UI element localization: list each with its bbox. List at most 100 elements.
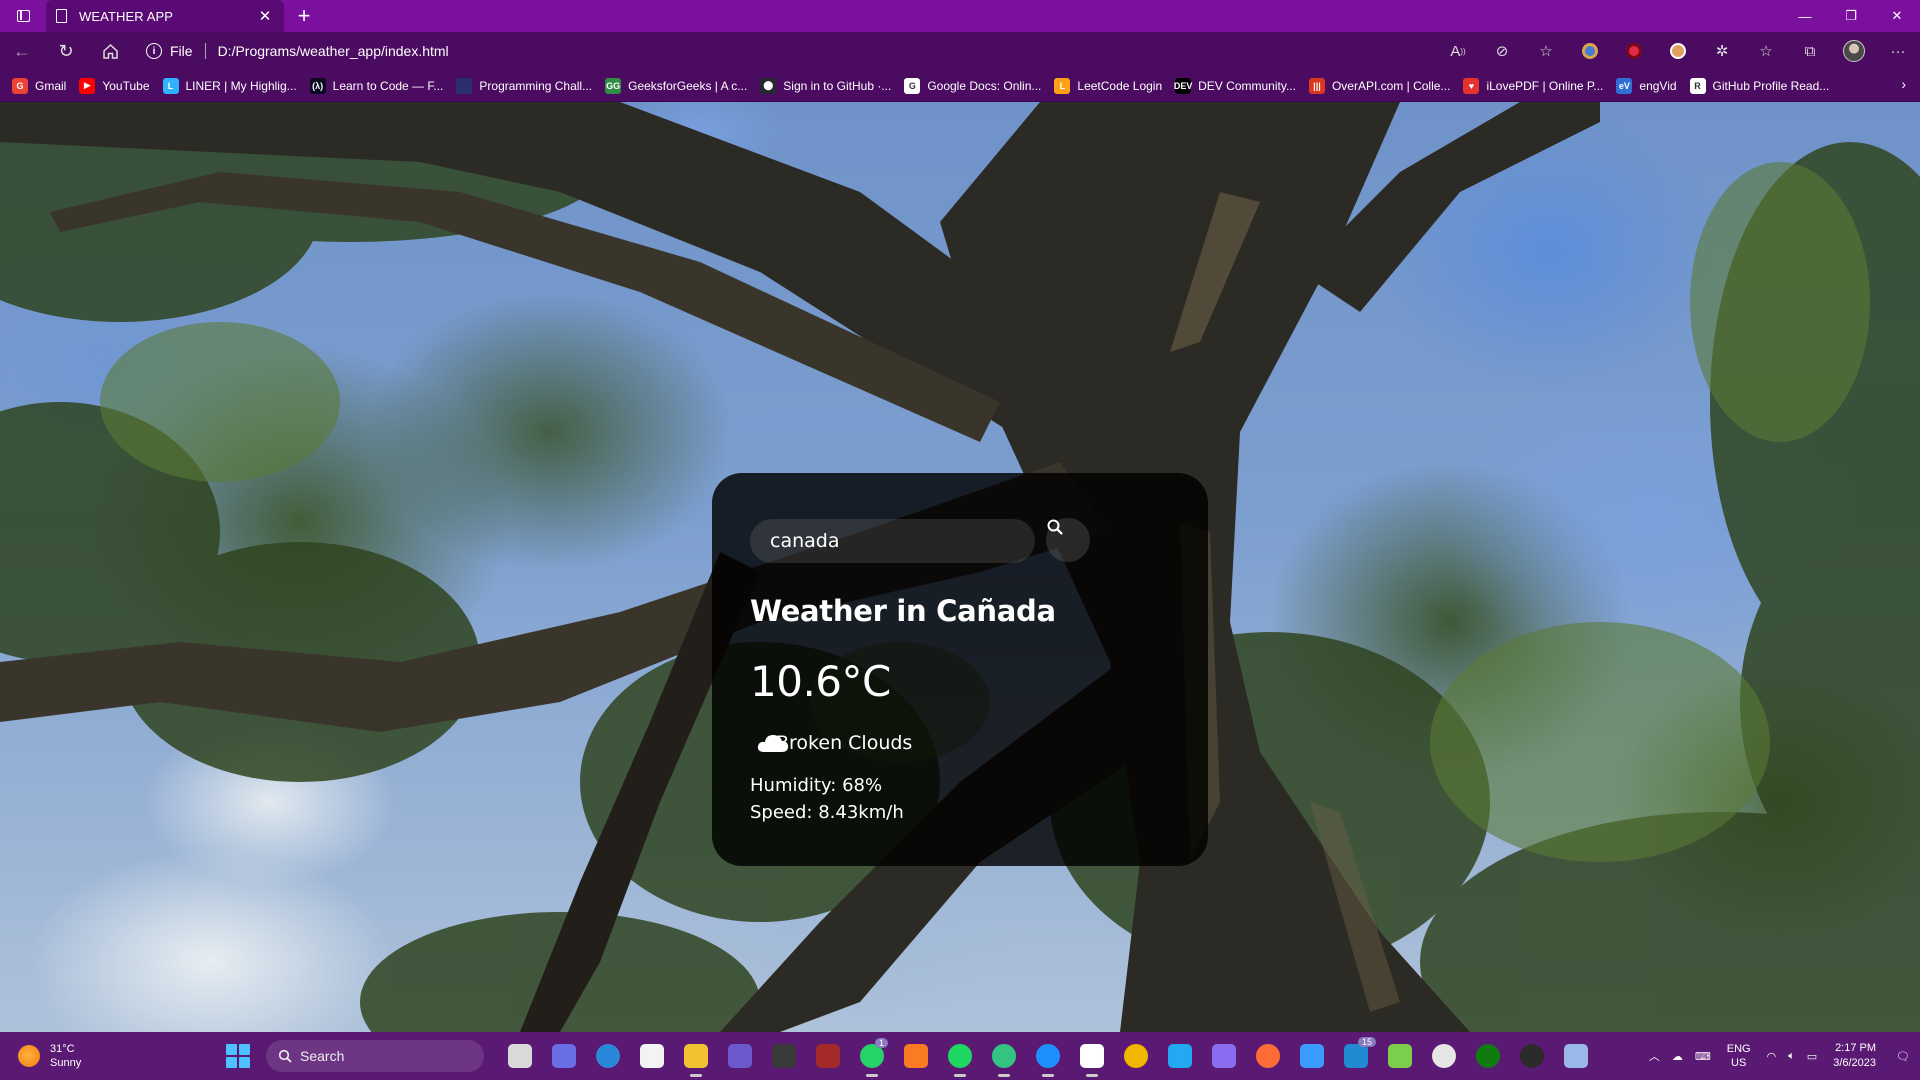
windows-start-icon[interactable] bbox=[226, 1044, 250, 1068]
bookmark-label: Sign in to GitHub ·... bbox=[783, 78, 892, 93]
wifi-icon[interactable]: ◠ bbox=[1767, 1050, 1777, 1063]
bookmark-label: Learn to Code — F... bbox=[332, 78, 444, 93]
bookmark-item[interactable]: G Gmail bbox=[12, 77, 67, 94]
sun-icon bbox=[18, 1045, 40, 1067]
bookmark-label: Gmail bbox=[35, 78, 67, 93]
keyboard-icon[interactable]: ⌨ bbox=[1695, 1050, 1711, 1063]
notion-icon[interactable] bbox=[1070, 1032, 1114, 1080]
taskbar-apps: Search 1 15 bbox=[226, 1032, 1598, 1080]
notepad-icon[interactable] bbox=[1378, 1032, 1422, 1080]
restore-icon[interactable]: ❐ bbox=[1828, 0, 1874, 32]
spotify-icon[interactable] bbox=[938, 1032, 982, 1080]
add-favorite-icon[interactable]: ☆ bbox=[1524, 32, 1568, 70]
extension-red-icon[interactable] bbox=[1612, 32, 1656, 70]
close-tab-icon[interactable]: ✕ bbox=[256, 7, 274, 25]
address-toolbar: ← ↻ i File D:/Programs/weather_app/index… bbox=[0, 32, 1920, 70]
clock-app-icon[interactable] bbox=[1422, 1032, 1466, 1080]
search-icon bbox=[278, 1049, 292, 1063]
tracking-prevention-icon[interactable]: ⊘ bbox=[1480, 32, 1524, 70]
bookmark-item[interactable]: ▶ YouTube bbox=[79, 77, 150, 94]
extensions-icon[interactable]: ✲ bbox=[1700, 32, 1744, 70]
bookmark-label: LINER | My Highlig... bbox=[185, 78, 297, 93]
taskbar-search-box[interactable]: Search bbox=[266, 1040, 484, 1072]
git-client-icon[interactable] bbox=[1202, 1032, 1246, 1080]
bookmark-item[interactable]: DEV DEV Community... bbox=[1174, 77, 1296, 94]
cortana-icon[interactable] bbox=[586, 1032, 630, 1080]
refresh-icon[interactable]: ↻ bbox=[44, 32, 88, 70]
bookmark-item[interactable]: ♥ iLovePDF | Online P... bbox=[1463, 77, 1604, 94]
github-icon: ⬤ bbox=[760, 77, 777, 94]
edge-icon[interactable] bbox=[982, 1032, 1026, 1080]
clock-time: 2:17 PM bbox=[1835, 1042, 1877, 1054]
close-window-icon[interactable]: ✕ bbox=[1874, 0, 1920, 32]
chrome-icon[interactable] bbox=[1114, 1032, 1158, 1080]
extension-cookie-icon[interactable] bbox=[1656, 32, 1700, 70]
bookmark-item[interactable]: ⬤ Sign in to GitHub ·... bbox=[760, 77, 892, 94]
bookmark-item[interactable]: G Google Docs: Onlin... bbox=[904, 77, 1041, 94]
collections-icon[interactable]: ⧉ bbox=[1788, 32, 1832, 70]
bookmark-label: YouTube bbox=[102, 78, 150, 93]
edge-dev-icon[interactable] bbox=[1026, 1032, 1070, 1080]
liner-icon: L bbox=[162, 77, 179, 94]
bookmark-item[interactable]: L LeetCode Login bbox=[1054, 77, 1162, 94]
more-menu-icon[interactable]: ··· bbox=[1876, 32, 1920, 70]
engvid-icon: eV bbox=[1616, 77, 1633, 94]
mail-icon[interactable]: 15 bbox=[1334, 1032, 1378, 1080]
notifications-icon[interactable]: 🗨︎ bbox=[1896, 1050, 1910, 1063]
microsoft-store-icon[interactable] bbox=[630, 1032, 674, 1080]
extension-blue-icon[interactable] bbox=[1568, 32, 1612, 70]
minimize-icon[interactable]: — bbox=[1782, 0, 1828, 32]
url-text[interactable]: D:/Programs/weather_app/index.html bbox=[218, 43, 449, 59]
bookmark-item[interactable]: ||| OverAPI.com | Colle... bbox=[1308, 77, 1450, 94]
city-search-input[interactable] bbox=[750, 519, 1035, 563]
save-app-icon[interactable] bbox=[1554, 1032, 1598, 1080]
visual-studio-icon[interactable] bbox=[718, 1032, 762, 1080]
postman-icon[interactable] bbox=[1246, 1032, 1290, 1080]
bookmark-item[interactable]: R GitHub Profile Read... bbox=[1689, 77, 1829, 94]
gmail-icon: G bbox=[12, 77, 28, 94]
volume-icon[interactable]: 🔈︎ bbox=[1788, 1050, 1795, 1063]
readme-icon: R bbox=[1689, 77, 1706, 94]
overapi-icon: ||| bbox=[1308, 77, 1325, 94]
profile-avatar[interactable] bbox=[1832, 32, 1876, 70]
home-icon[interactable] bbox=[88, 32, 132, 70]
new-tab-button[interactable]: + bbox=[284, 0, 324, 32]
weather-widget[interactable]: 31°C Sunny bbox=[0, 1042, 200, 1070]
vscode-icon[interactable] bbox=[1158, 1032, 1202, 1080]
tab-weather-app[interactable]: WEATHER APP ✕ bbox=[46, 0, 284, 32]
bookmark-label: iLovePDF | Online P... bbox=[1486, 78, 1604, 93]
bookmark-item[interactable]: Programming Chall... bbox=[456, 77, 592, 94]
language-indicator[interactable]: ENG US bbox=[1727, 1042, 1751, 1070]
more-bookmarks-icon[interactable]: › bbox=[1901, 76, 1906, 92]
todo-icon[interactable] bbox=[1290, 1032, 1334, 1080]
battery-icon[interactable]: ▭ bbox=[1807, 1050, 1817, 1063]
show-hidden-icons-icon[interactable]: ︿ bbox=[1649, 1048, 1660, 1064]
onedrive-icon[interactable]: ☁ bbox=[1672, 1050, 1683, 1063]
bookmark-label: GeeksforGeeks | A c... bbox=[628, 78, 748, 93]
address-bar[interactable]: i File D:/Programs/weather_app/index.htm… bbox=[138, 36, 449, 66]
task-view-icon[interactable] bbox=[498, 1032, 542, 1080]
read-aloud-icon[interactable]: A)) bbox=[1436, 32, 1480, 70]
obs-icon[interactable] bbox=[1510, 1032, 1554, 1080]
back-icon[interactable]: ← bbox=[0, 32, 44, 70]
bookmark-item[interactable]: eV engVid bbox=[1616, 77, 1677, 94]
unity-icon[interactable] bbox=[762, 1032, 806, 1080]
search-icon bbox=[1047, 519, 1063, 535]
bookmark-item[interactable]: GG GeeksforGeeks | A c... bbox=[605, 77, 748, 94]
clock-date: 3/6/2023 bbox=[1833, 1057, 1877, 1069]
search-button[interactable] bbox=[1046, 518, 1090, 562]
whatsapp-icon[interactable]: 1 bbox=[850, 1032, 894, 1080]
bookmark-item[interactable]: (λ) Learn to Code — F... bbox=[309, 77, 444, 94]
tab-actions-icon[interactable] bbox=[0, 0, 46, 32]
taskbar-clock[interactable]: 2:17 PM 3/6/2023 bbox=[1833, 1041, 1876, 1071]
url-scheme: File bbox=[170, 43, 193, 59]
windows-taskbar: 31°C Sunny Search 1 15 ︿ ☁ ⌨ ENG US ◠ 🔈︎ … bbox=[0, 1032, 1920, 1080]
toolbox-icon[interactable] bbox=[806, 1032, 850, 1080]
bookmark-item[interactable]: L LINER | My Highlig... bbox=[162, 77, 297, 94]
xampp-icon[interactable] bbox=[894, 1032, 938, 1080]
site-info-icon[interactable]: i bbox=[146, 43, 162, 59]
file-explorer-icon[interactable] bbox=[674, 1032, 718, 1080]
favorites-icon[interactable]: ☆ bbox=[1744, 32, 1788, 70]
xbox-icon[interactable] bbox=[1466, 1032, 1510, 1080]
teams-chat-icon[interactable] bbox=[542, 1032, 586, 1080]
